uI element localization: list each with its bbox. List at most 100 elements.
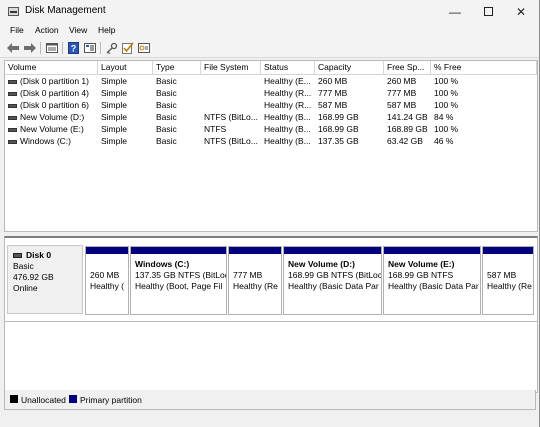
- settings-icon: [137, 42, 150, 53]
- column-header[interactable]: % Free: [431, 61, 537, 74]
- table-cell: NTFS (BitLo...: [204, 112, 258, 122]
- table-cell: Healthy (B...: [264, 124, 311, 134]
- close-button[interactable]: ✕: [504, 0, 538, 23]
- table-cell: (Disk 0 partition 6): [5, 99, 98, 111]
- partition-type-bar: [86, 247, 128, 254]
- table-cell: Windows (C:): [5, 135, 98, 147]
- volume-list: Volume Layout Type File System Status Capacit…: [4, 60, 538, 232]
- partition-size: 777 MB: [233, 270, 263, 280]
- disk-name: Disk 0: [26, 250, 52, 260]
- column-header[interactable]: Layout: [98, 61, 153, 74]
- volume-icon: [8, 79, 17, 84]
- menu-file[interactable]: File: [10, 25, 24, 35]
- partition-name: New Volume (D:): [288, 259, 355, 269]
- table-cell: Simple: [101, 76, 127, 86]
- table-row[interactable]: (Disk 0 partition 6) Simple Basic Healthy (…: [5, 99, 537, 111]
- table-cell: 141.24 GB: [387, 112, 428, 122]
- partition-size: 137.35 GB NTFS (BitLoc: [135, 270, 227, 280]
- status-bar: [0, 410, 539, 427]
- back-button[interactable]: [6, 41, 19, 54]
- menu-view[interactable]: View: [69, 25, 87, 35]
- partition-status: Healthy (Basic Data Par: [288, 281, 379, 291]
- partition-block[interactable]: New Volume (E:) 168.99 GB NTFS Healthy (Ba…: [383, 246, 481, 315]
- menu-help[interactable]: Help: [98, 25, 115, 35]
- table-cell: Basic: [156, 124, 177, 134]
- legend-label-primary: Primary partition: [80, 395, 142, 405]
- volume-icon: [8, 127, 17, 132]
- settings-button[interactable]: [137, 41, 150, 54]
- column-header[interactable]: Capacity: [315, 61, 384, 74]
- table-cell: 587 MB: [387, 100, 417, 110]
- minimize-button[interactable]: —: [438, 0, 472, 23]
- table-cell: 168.89 GB: [387, 124, 428, 134]
- disk-0-label[interactable]: Disk 0 Basic 476.92 GB Online: [7, 245, 83, 314]
- table-cell: Basic: [156, 88, 177, 98]
- maximize-button[interactable]: [471, 0, 505, 23]
- table-row[interactable]: New Volume (E:) Simple Basic NTFS Healthy (B…: [5, 123, 537, 135]
- partition-status: Healthy (Re: [233, 281, 278, 291]
- table-cell: 168.99 GB: [318, 112, 359, 122]
- partition-block[interactable]: 260 MB Healthy (: [85, 246, 129, 315]
- disk-type: Basic: [13, 261, 34, 271]
- table-cell: (Disk 0 partition 4): [5, 87, 98, 99]
- partition-status: Healthy (Boot, Page Fil: [135, 281, 223, 291]
- partition-block[interactable]: New Volume (D:) 168.99 GB NTFS (BitLoc Hea…: [283, 246, 382, 315]
- partition-block[interactable]: 777 MB Healthy (Re: [228, 246, 282, 315]
- partition-name: Windows (C:): [135, 259, 190, 269]
- partition-info: 260 MB Healthy (: [86, 254, 128, 292]
- partition-block[interactable]: Windows (C:) 137.35 GB NTFS (BitLoc Health…: [130, 246, 227, 315]
- disk-size: 476.92 GB: [13, 272, 54, 282]
- table-cell: Simple: [101, 136, 127, 146]
- volume-name: (Disk 0 partition 4): [20, 88, 89, 98]
- volume-icon: [8, 91, 17, 96]
- table-cell: 260 MB: [387, 76, 417, 86]
- table-row[interactable]: (Disk 0 partition 4) Simple Basic Healthy (…: [5, 87, 537, 99]
- column-header[interactable]: Free Sp...: [384, 61, 431, 74]
- volume-name: Windows (C:): [20, 136, 72, 146]
- toolbar: ?: [0, 39, 539, 58]
- table-row[interactable]: New Volume (D:) Simple Basic NTFS (BitLo...…: [5, 111, 537, 123]
- table-cell: 100 %: [434, 124, 459, 134]
- table-cell: (Disk 0 partition 1): [5, 75, 98, 87]
- list-view-button[interactable]: [45, 41, 58, 54]
- table-cell: 137.35 GB: [318, 136, 359, 146]
- help-button[interactable]: ?: [67, 41, 80, 54]
- partition-info: New Volume (E:) 168.99 GB NTFS Healthy (Ba…: [384, 254, 480, 292]
- table-cell: Healthy (B...: [264, 112, 311, 122]
- table-cell: Basic: [156, 100, 177, 110]
- table-cell: New Volume (E:): [5, 123, 98, 135]
- partition-block[interactable]: 587 MB Healthy (Re: [482, 246, 534, 315]
- key-button[interactable]: [105, 41, 118, 54]
- partition-type-bar: [384, 247, 480, 254]
- column-header[interactable]: Type: [153, 61, 201, 74]
- svg-text:?: ?: [71, 43, 77, 53]
- table-cell: Healthy (B...: [264, 136, 311, 146]
- check-button[interactable]: [121, 41, 134, 54]
- table-cell: Healthy (R...: [264, 100, 312, 110]
- table-cell: 63.42 GB: [387, 136, 423, 146]
- column-header[interactable]: File System: [201, 61, 261, 74]
- menu-bar: File Action View Help: [0, 23, 539, 39]
- volume-name: New Volume (D:): [20, 112, 85, 122]
- forward-icon: [23, 42, 36, 53]
- title-bar: Disk Management — ✕: [0, 0, 539, 23]
- minimize-icon: —: [449, 4, 461, 19]
- table-cell: 168.99 GB: [318, 124, 359, 134]
- back-icon: [6, 42, 19, 53]
- forward-button[interactable]: [23, 41, 36, 54]
- table-row[interactable]: (Disk 0 partition 1) Simple Basic Healthy (…: [5, 75, 537, 87]
- column-header[interactable]: Status: [261, 61, 315, 74]
- menu-action[interactable]: Action: [35, 25, 59, 35]
- table-cell: Basic: [156, 136, 177, 146]
- volume-list-header: Volume Layout Type File System Status Capacit…: [5, 61, 537, 75]
- partition-info: Windows (C:) 137.35 GB NTFS (BitLoc Health…: [131, 254, 226, 292]
- volume-icon: [8, 103, 17, 108]
- table-cell: Basic: [156, 112, 177, 122]
- table-cell: [201, 99, 261, 111]
- column-header[interactable]: Volume: [5, 61, 98, 74]
- table-cell: [201, 75, 261, 87]
- properties-button[interactable]: [83, 41, 96, 54]
- table-cell: 260 MB: [318, 76, 348, 86]
- table-row[interactable]: Windows (C:) Simple Basic NTFS (BitLo... Hea…: [5, 135, 537, 147]
- partition-info: 777 MB Healthy (Re: [229, 254, 281, 292]
